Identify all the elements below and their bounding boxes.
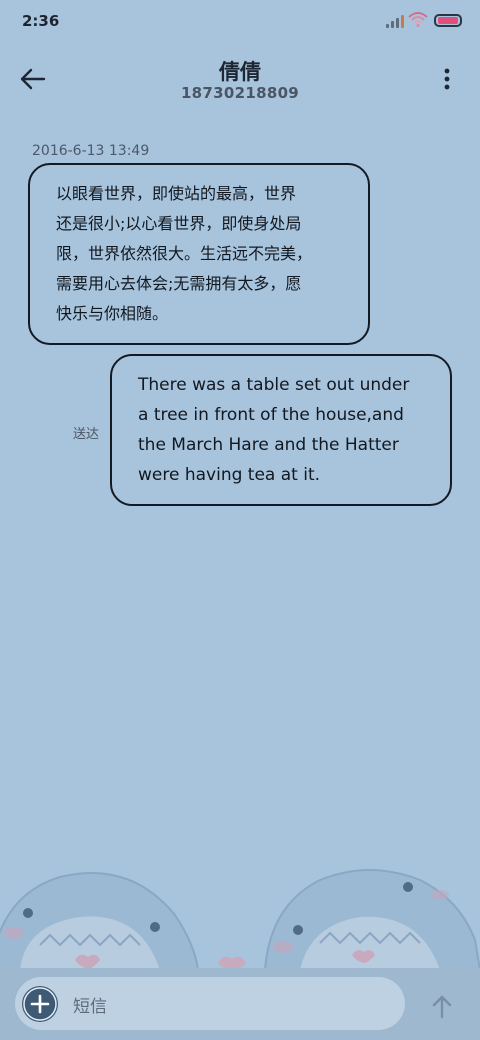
message-input[interactable]: 短信 <box>15 977 405 1030</box>
message-composer: 短信 <box>0 968 480 1040</box>
message-timestamp: 2016-6-13 13:49 <box>32 143 150 159</box>
outgoing-message-bubble[interactable]: There was a table set out under a tree i… <box>110 354 452 506</box>
message-line: 以眼看世界，即使站的最高，世界 <box>56 184 297 203</box>
wifi-icon <box>408 12 428 27</box>
message-line: 还是很小;以心看世界，即使身处局 <box>56 214 302 233</box>
status-time: 2:36 <box>22 12 60 30</box>
message-line: the March Hare and the Hatter <box>138 435 399 455</box>
message-line: There was a table set out under <box>138 375 410 395</box>
incoming-message-bubble[interactable]: 以眼看世界，即使站的最高，世界 还是很小;以心看世界，即使身处局 限，世界依然很… <box>28 163 370 345</box>
contact-name: 倩倩 <box>219 60 261 84</box>
contact-number: 18730218809 <box>180 84 300 102</box>
message-line: 快乐与你相随。 <box>56 304 169 323</box>
message-line: 限，世界依然很大。生活远不完美， <box>56 244 313 263</box>
conversation-header: 倩倩 18730218809 <box>0 44 480 114</box>
add-attachment-button[interactable] <box>22 986 58 1022</box>
status-bar: 2:36 <box>0 0 480 44</box>
message-line: 需要用心去体会;无需拥有太多，愿 <box>56 274 302 293</box>
delivery-status: 送达 <box>73 427 100 442</box>
battery-icon <box>434 14 462 27</box>
shark-mascot-illustration <box>0 869 480 970</box>
add-icon <box>23 987 57 1021</box>
message-line: were having tea at it. <box>138 465 321 485</box>
send-arrow-icon[interactable] <box>424 988 460 1024</box>
input-placeholder: 短信 <box>73 997 107 1017</box>
more-vertical-icon[interactable] <box>436 62 458 96</box>
signal-icon <box>386 14 404 28</box>
message-line: a tree in front of the house,and <box>138 405 404 425</box>
